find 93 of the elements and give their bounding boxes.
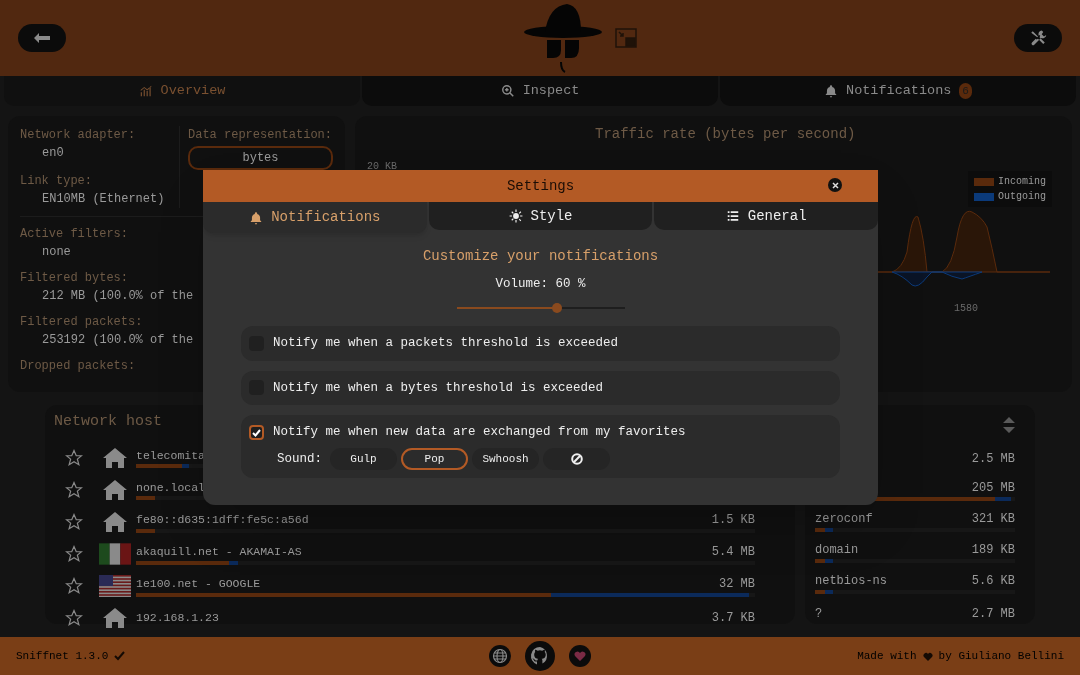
info-label: Link type: (20, 173, 93, 190)
legend-label: Incoming (998, 175, 1046, 189)
host-name: akaquill.net - AKAMAI-AS (136, 543, 302, 560)
tab[interactable]: Notifications (203, 202, 427, 233)
search-icon (500, 84, 515, 98)
section-heading: Customize your notifications (421, 247, 660, 266)
service-name: zeroconf (815, 510, 873, 528)
info-label: Filtered bytes: (20, 270, 129, 287)
host-traffic: 3.7 KB (711, 609, 755, 627)
panel-title: Network host (54, 412, 163, 432)
info-label: Dropped packets: (20, 358, 136, 375)
checkbox[interactable] (249, 425, 264, 441)
volume-slider[interactable] (456, 302, 625, 313)
service-traffic: 205 MB (971, 479, 1015, 497)
credit-text: Made with (857, 648, 917, 664)
tab[interactable]: Style (428, 202, 653, 230)
star-icon[interactable] (65, 544, 83, 563)
host-name: 1e100.net - GOOGLE (136, 575, 261, 592)
service-name: domain (815, 541, 859, 559)
heart-icon (922, 651, 933, 661)
service-traffic: 2.7 MB (971, 605, 1015, 623)
volume-label: Volume: 60 % (494, 276, 587, 293)
slider-thumb[interactable] (552, 302, 563, 313)
house-icon (102, 510, 128, 533)
sort-icon[interactable] (1003, 417, 1015, 433)
service-traffic: 189 KB (971, 541, 1015, 559)
tab[interactable]: Notifications 6 (720, 76, 1076, 106)
check-icon (252, 428, 261, 437)
logo-icon (523, 2, 603, 74)
info-label: Active filters: (20, 226, 129, 243)
credit-text: by Giuliano Bellini (938, 648, 1064, 664)
host-name: none.local (136, 479, 205, 496)
service-name: ? (815, 605, 823, 623)
legend-label: Outgoing (998, 190, 1046, 204)
sound-option[interactable]: Pop (401, 448, 468, 470)
bell-icon (824, 84, 839, 98)
info-value: none (42, 244, 71, 261)
service-traffic: 5.6 KB (971, 572, 1015, 590)
star-icon[interactable] (65, 608, 83, 627)
version-label: Sniffnet 1.3.0 (16, 648, 109, 664)
info-label: Filtered packets: (20, 314, 143, 331)
tab[interactable]: Inspect (362, 76, 718, 106)
globe-icon[interactable] (489, 645, 511, 667)
bell-icon (249, 210, 264, 225)
flag-icon (99, 542, 131, 565)
option-label: Notify me when new data are exchanged from my favorites (273, 424, 686, 442)
star-icon[interactable] (65, 448, 83, 467)
option-label: Notify me when a packets threshold is exceeded (273, 334, 619, 352)
host-name: 192.168.1.23 (136, 609, 219, 626)
flag-icon (99, 574, 131, 597)
service-name: netbios-ns (815, 572, 887, 590)
axis-label: 1580 (954, 302, 978, 316)
close-icon (831, 181, 839, 189)
settings-button[interactable] (1014, 24, 1062, 52)
sound-label: Sound: (277, 450, 322, 468)
house-icon (102, 478, 128, 501)
sound-option[interactable]: Gulp (330, 448, 397, 470)
host-traffic: 1.5 KB (711, 511, 755, 529)
tab[interactable]: General (654, 202, 878, 230)
github-icon[interactable] (525, 641, 555, 671)
list-icon (725, 209, 740, 223)
arrow-left-icon (34, 33, 50, 43)
info-label: Data representation: (188, 127, 333, 144)
star-icon[interactable] (65, 512, 83, 531)
close-button[interactable] (828, 178, 842, 192)
info-label: Network adapter: (20, 127, 137, 144)
service-traffic: 2.5 MB (971, 450, 1015, 468)
info-value: EN10MB (Ethernet) (41, 191, 166, 208)
info-value: en0 (41, 145, 65, 162)
back-button[interactable] (18, 24, 66, 52)
info-value: 212 MB (100.0% of the (42, 288, 194, 305)
chart-title: Traffic rate (bytes per second) (594, 125, 857, 144)
mute-option[interactable] (543, 448, 610, 470)
tools-icon (1029, 29, 1047, 47)
sun-icon (508, 209, 523, 223)
host-traffic: 5.4 MB (711, 543, 755, 561)
info-value: 253192 (100.0% of the (42, 332, 194, 349)
count-badge: 6 (959, 82, 972, 100)
sound-option[interactable]: Swhoosh (472, 448, 539, 470)
host-traffic: 32 MB (719, 575, 755, 593)
axis-label: 20 KB (367, 160, 397, 174)
host-name: fe80::d635:1dff:fe5c:a56d (136, 511, 309, 528)
option-label: Notify me when a bytes threshold is exceeded (273, 379, 604, 397)
host-name: telecomita (136, 447, 205, 464)
star-icon[interactable] (65, 480, 83, 499)
check-icon (114, 651, 126, 661)
service-traffic: 321 KB (971, 510, 1015, 528)
mute-icon (570, 453, 583, 465)
chart-icon (138, 84, 153, 98)
star-icon[interactable] (65, 576, 83, 595)
house-icon (102, 446, 128, 469)
dialog-title: Settings (506, 176, 575, 196)
house-icon (102, 606, 128, 629)
